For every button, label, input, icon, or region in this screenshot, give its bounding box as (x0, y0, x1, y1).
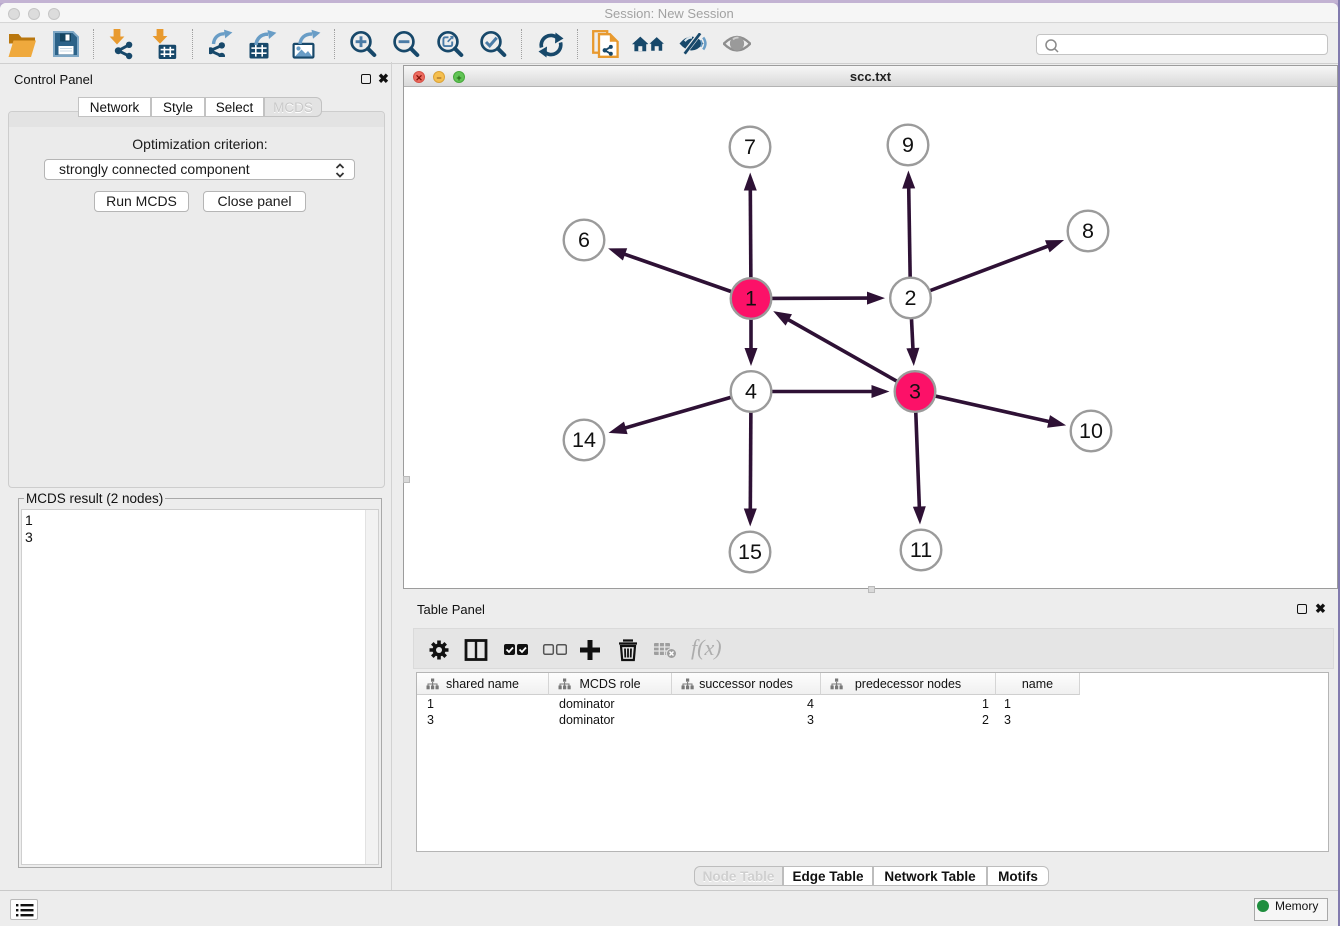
svg-text:11: 11 (910, 538, 932, 562)
svg-text:2: 2 (905, 286, 917, 310)
svg-text:7: 7 (744, 135, 756, 159)
svg-text:15: 15 (738, 540, 762, 564)
svg-text:14: 14 (572, 428, 596, 452)
svg-text:3: 3 (909, 380, 921, 404)
svg-text:8: 8 (1082, 219, 1094, 243)
svg-text:9: 9 (902, 133, 914, 157)
svg-text:6: 6 (578, 228, 590, 252)
svg-text:10: 10 (1079, 419, 1103, 443)
svg-text:1: 1 (745, 287, 757, 311)
svg-text:4: 4 (745, 380, 757, 404)
